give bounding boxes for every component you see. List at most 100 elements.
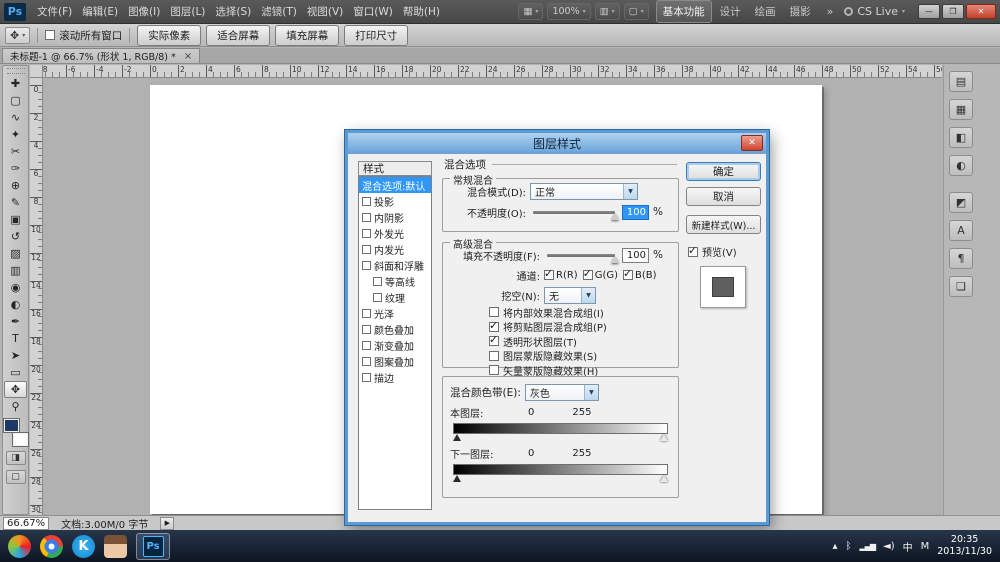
style-item[interactable]: 内阴影 — [359, 209, 431, 225]
menu-item[interactable]: 帮助(H) — [398, 0, 445, 23]
style-item[interactable]: 颜色叠加 — [359, 321, 431, 337]
slider-thumb[interactable] — [611, 213, 619, 220]
kugou-icon[interactable]: K — [72, 535, 95, 558]
scroll-all-windows-checkbox[interactable]: 滚动所有窗口 — [45, 28, 122, 43]
tool-path-selection[interactable]: ➤ — [4, 347, 27, 364]
panel-character[interactable]: A — [949, 220, 973, 241]
menu-item[interactable]: 滤镜(T) — [256, 0, 302, 23]
tool-lasso[interactable]: ∿ — [4, 109, 27, 126]
foreground-color-swatch[interactable] — [4, 419, 19, 432]
opacity-value[interactable]: 100 — [622, 205, 649, 220]
tool-crop[interactable]: ✂ — [4, 143, 27, 160]
black-slider-thumb[interactable] — [453, 475, 461, 482]
style-checkbox[interactable] — [373, 277, 382, 286]
tool-brush[interactable]: ✎ — [4, 194, 27, 211]
style-item[interactable]: 斜面和浮雕 — [359, 257, 431, 273]
style-checkbox[interactable] — [362, 341, 371, 350]
minimize-button[interactable]: — — [918, 4, 940, 19]
document-tab[interactable]: 未标题-1 @ 66.7% (形状 1, RGB/8) * × — [2, 48, 200, 63]
style-checkbox[interactable] — [362, 213, 371, 222]
menubar-arrange-documents[interactable]: ▥ ▾ — [595, 3, 620, 20]
panel-masks[interactable]: ◩ — [949, 192, 973, 213]
style-checkbox[interactable] — [362, 373, 371, 382]
background-color-swatch[interactable] — [13, 433, 28, 446]
tool-dodge[interactable]: ◐ — [4, 296, 27, 313]
chrome-icon[interactable] — [40, 535, 63, 558]
cs-live-button[interactable]: CS Live ▾ — [838, 3, 911, 20]
dialog-titlebar[interactable]: 图层样式 ✕ — [348, 133, 766, 154]
tool-rectangular-marquee[interactable]: ▢ — [4, 92, 27, 109]
vertical-ruler[interactable]: 024681012141618202224262830 — [30, 78, 43, 515]
preview-checkbox[interactable]: 预览(V) — [688, 244, 737, 259]
blend-option-checkbox[interactable]: 将剪贴图层混合成组(P) — [489, 321, 678, 334]
tool-type[interactable]: T — [4, 330, 27, 347]
panel-paragraph[interactable]: ¶ — [949, 248, 973, 269]
tool-eyedropper[interactable]: ✑ — [4, 160, 27, 177]
style-checkbox[interactable] — [362, 309, 371, 318]
ok-button[interactable]: 确定 — [686, 162, 761, 181]
tool-hand[interactable]: ✥ — [4, 381, 27, 398]
tray-expand-icon[interactable]: ▴ — [833, 541, 838, 552]
tool-blur[interactable]: ◉ — [4, 279, 27, 296]
tab-close-icon[interactable]: × — [184, 51, 192, 62]
menu-item[interactable]: 窗口(W) — [348, 0, 398, 23]
option-button[interactable]: 实际像素 — [137, 25, 201, 46]
tray-app-icon[interactable]: M — [921, 541, 930, 552]
quick-mask-button[interactable]: ◨ — [6, 451, 26, 465]
horizontal-ruler[interactable]: -8-6-4-202468101214161820222426283032343… — [43, 65, 942, 78]
option-button[interactable]: 填充屏幕 — [275, 25, 339, 46]
style-item[interactable]: 等高线 — [359, 273, 431, 289]
blend-option-checkbox[interactable]: 图层蒙版隐藏效果(S) — [489, 350, 678, 363]
menubar-screen-mode[interactable]: ▢ ▾ — [624, 3, 649, 20]
panel-styles[interactable]: ◧ — [949, 127, 973, 148]
style-item[interactable]: 纹理 — [359, 289, 431, 305]
style-checkbox[interactable] — [362, 197, 371, 206]
tool-quick-selection[interactable]: ✦ — [4, 126, 27, 143]
network-signal-icon[interactable]: ▂▄▆ — [860, 542, 875, 551]
tool-eraser[interactable]: ▨ — [4, 245, 27, 262]
tool-zoom[interactable]: ⚲ — [4, 398, 27, 415]
style-item[interactable]: 外发光 — [359, 225, 431, 241]
style-item[interactable]: 混合选项:默认 — [359, 177, 431, 193]
avatar[interactable] — [104, 535, 127, 558]
channel-checkbox[interactable]: G(G) — [583, 270, 618, 281]
menu-item[interactable]: 文件(F) — [32, 0, 77, 23]
style-checkbox[interactable] — [362, 325, 371, 334]
blend-if-select[interactable]: 灰色 ▼ — [525, 384, 599, 401]
workspace-button[interactable]: 设计 — [714, 1, 747, 22]
photoshop-taskbar-button[interactable]: Ps — [136, 533, 170, 560]
bluetooth-icon[interactable]: ᛒ — [846, 541, 852, 552]
dialog-close-button[interactable]: ✕ — [741, 135, 763, 151]
underlying-layer-blend-slider[interactable] — [453, 464, 668, 475]
white-slider-thumb[interactable] — [660, 434, 668, 441]
slider-thumb[interactable] — [611, 256, 619, 263]
style-item[interactable]: 渐变叠加 — [359, 337, 431, 353]
menu-item[interactable]: 图像(I) — [123, 0, 165, 23]
panel-adjustments[interactable]: ◐ — [949, 155, 973, 176]
workspace-button[interactable]: 绘画 — [749, 1, 782, 22]
style-item[interactable]: 光泽 — [359, 305, 431, 321]
white-slider-thumb[interactable] — [660, 475, 668, 482]
style-item[interactable]: 内发光 — [359, 241, 431, 257]
style-checkbox[interactable] — [373, 293, 382, 302]
tool-spot-healing-brush[interactable]: ⊕ — [4, 177, 27, 194]
style-item[interactable]: 描边 — [359, 369, 431, 385]
option-button[interactable]: 适合屏幕 — [206, 25, 270, 46]
panel-swatches[interactable]: ▦ — [949, 99, 973, 120]
channel-checkbox[interactable]: B(B) — [623, 270, 657, 281]
close-button[interactable]: ✕ — [966, 4, 996, 19]
opacity-slider[interactable] — [533, 211, 615, 214]
menu-item[interactable]: 图层(L) — [165, 0, 210, 23]
tool-history-brush[interactable]: ↺ — [4, 228, 27, 245]
blend-option-checkbox[interactable]: 将内部效果混合成组(I) — [489, 306, 678, 319]
fill-opacity-value[interactable]: 100 — [622, 248, 649, 263]
tool-clone-stamp[interactable]: ▣ — [4, 211, 27, 228]
toolbox-grip[interactable] — [7, 68, 25, 74]
menubar-zoom-level[interactable]: 100% ▾ — [547, 3, 590, 20]
menu-item[interactable]: 编辑(E) — [77, 0, 123, 23]
style-checkbox[interactable] — [362, 229, 371, 238]
option-button[interactable]: 打印尺寸 — [344, 25, 408, 46]
knockout-select[interactable]: 无 ▼ — [544, 287, 596, 304]
volume-icon[interactable]: ◄) — [883, 541, 895, 552]
style-checkbox[interactable] — [362, 357, 371, 366]
